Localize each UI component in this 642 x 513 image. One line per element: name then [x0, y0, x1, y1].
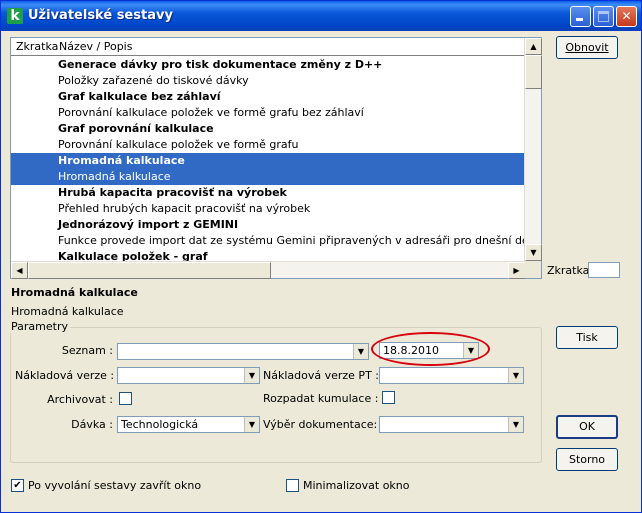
minimize-icon	[576, 18, 583, 21]
close-after-checkbox[interactable]: ✔	[11, 479, 24, 492]
chevron-down-icon[interactable]: ▼	[244, 417, 259, 432]
scroll-up-icon[interactable]: ▲	[525, 38, 542, 55]
selected-report-description: Hromadná kalkulace	[11, 305, 124, 318]
list-item[interactable]: Přehled hrubých kapacit pracovišť na výr…	[11, 201, 525, 217]
print-button[interactable]: Tisk	[556, 326, 618, 349]
nakladova-verze-pt-dropdown[interactable]: ▼	[379, 367, 524, 384]
chevron-down-icon[interactable]: ▼	[463, 343, 478, 358]
list-item[interactable]: Hromadná kalkulace	[11, 153, 525, 169]
refresh-button-label: Obnovit	[565, 41, 609, 54]
nakladova-verze-dropdown[interactable]: ▼	[117, 367, 260, 384]
list-item[interactable]: Hromadná kalkulace	[11, 169, 525, 185]
list-item[interactable]: Kalkulace položek - graf	[11, 249, 525, 261]
seznam-dropdown[interactable]: ▼	[117, 343, 369, 360]
close-button[interactable]: ✕	[616, 6, 637, 27]
list-item[interactable]: Jednorázový import z GEMINI	[11, 217, 525, 233]
rozpadat-checkbox[interactable]	[382, 391, 395, 404]
archivovat-checkbox[interactable]	[119, 392, 132, 405]
reports-list[interactable]: Zkratka Název / Popis Generace dávky pro…	[10, 37, 542, 279]
horizontal-scroll-thumb[interactable]	[28, 262, 271, 279]
scrollbar-corner	[524, 261, 541, 278]
vertical-scrollbar[interactable]: ▲ ▼	[524, 38, 542, 261]
cancel-button[interactable]: Storno	[556, 448, 618, 471]
nakladova-verze-label: Nákladová verze :	[15, 369, 115, 382]
ok-button-label: OK	[579, 420, 595, 433]
davka-value: Technologická	[121, 418, 199, 431]
checkmark-icon: ✔	[13, 480, 22, 491]
list-item[interactable]: Porovnání kalkulace položek ve formě gra…	[11, 137, 525, 153]
chevron-down-icon[interactable]: ▼	[244, 368, 259, 383]
user-reports-window: k Uživatelské sestavy ✕ Zkratka Název / …	[0, 0, 642, 513]
app-icon: k	[7, 8, 23, 24]
cancel-button-label: Storno	[568, 453, 606, 466]
archivovat-label: Archivovat :	[47, 393, 113, 406]
parameters-legend: Parametry	[9, 320, 70, 333]
date-dropdown[interactable]: 18.8.2010 ▼	[379, 342, 479, 359]
column-header-shortcut[interactable]: Zkratka	[16, 40, 58, 53]
list-item[interactable]: Graf kalkulace bez záhlaví	[11, 89, 525, 105]
rozpadat-label: Rozpadat kumulace :	[263, 392, 379, 405]
minimize-label: Minimalizovat okno	[303, 479, 410, 492]
column-header-name[interactable]: Název / Popis	[59, 40, 132, 53]
chevron-down-icon[interactable]: ▼	[508, 417, 523, 432]
davka-label: Dávka :	[71, 418, 113, 431]
maximize-icon	[598, 11, 609, 22]
list-item[interactable]: Generace dávky pro tisk dokumentace změn…	[11, 57, 525, 73]
minimize-checkbox[interactable]	[286, 479, 299, 492]
davka-dropdown[interactable]: Technologická ▼	[117, 416, 260, 433]
list-item[interactable]: Porovnání kalkulace položek ve formě gra…	[11, 105, 525, 121]
date-value: 18.8.2010	[383, 344, 439, 357]
nakladova-verze-pt-label: Nákladová verze PT :	[263, 369, 379, 382]
list-header: Zkratka Název / Popis	[11, 38, 525, 56]
refresh-button[interactable]: Obnovit	[556, 36, 618, 59]
print-button-label: Tisk	[576, 331, 598, 344]
list-item[interactable]: Položky zařazené do tiskové dávky	[11, 73, 525, 89]
chevron-down-icon[interactable]: ▼	[353, 344, 368, 359]
vyber-label: Výběr dokumentace:	[263, 418, 378, 431]
scroll-right-icon[interactable]: ▶	[508, 262, 525, 279]
close-after-label: Po vyvolání sestavy zavřít okno	[28, 479, 202, 492]
seznam-label: Seznam :	[61, 344, 113, 357]
chevron-down-icon[interactable]: ▼	[508, 368, 523, 383]
shortcut-input[interactable]	[588, 262, 620, 278]
scroll-down-icon[interactable]: ▼	[525, 244, 542, 261]
window-title: Uživatelské sestavy	[28, 8, 173, 23]
close-icon: ✕	[621, 9, 632, 23]
vyber-dropdown[interactable]: ▼	[379, 416, 524, 433]
ok-button[interactable]: OK	[556, 415, 618, 439]
title-bar[interactable]: k Uživatelské sestavy ✕	[1, 1, 641, 31]
minimize-button[interactable]	[570, 6, 591, 27]
scroll-left-icon[interactable]: ◀	[11, 262, 28, 279]
selected-report-title: Hromadná kalkulace	[11, 286, 138, 299]
list-rows: Generace dávky pro tisk dokumentace změn…	[11, 57, 525, 261]
list-item[interactable]: Graf porovnání kalkulace	[11, 121, 525, 137]
shortcut-label: Zkratka:	[547, 264, 594, 277]
list-item[interactable]: Hrubá kapacita pracovišť na výrobek	[11, 185, 525, 201]
horizontal-scrollbar[interactable]: ◀ ▶	[11, 261, 525, 279]
maximize-button[interactable]	[593, 6, 614, 27]
vertical-scroll-thumb[interactable]	[525, 55, 542, 89]
list-item[interactable]: Funkce provede import dat ze systému Gem…	[11, 233, 525, 249]
